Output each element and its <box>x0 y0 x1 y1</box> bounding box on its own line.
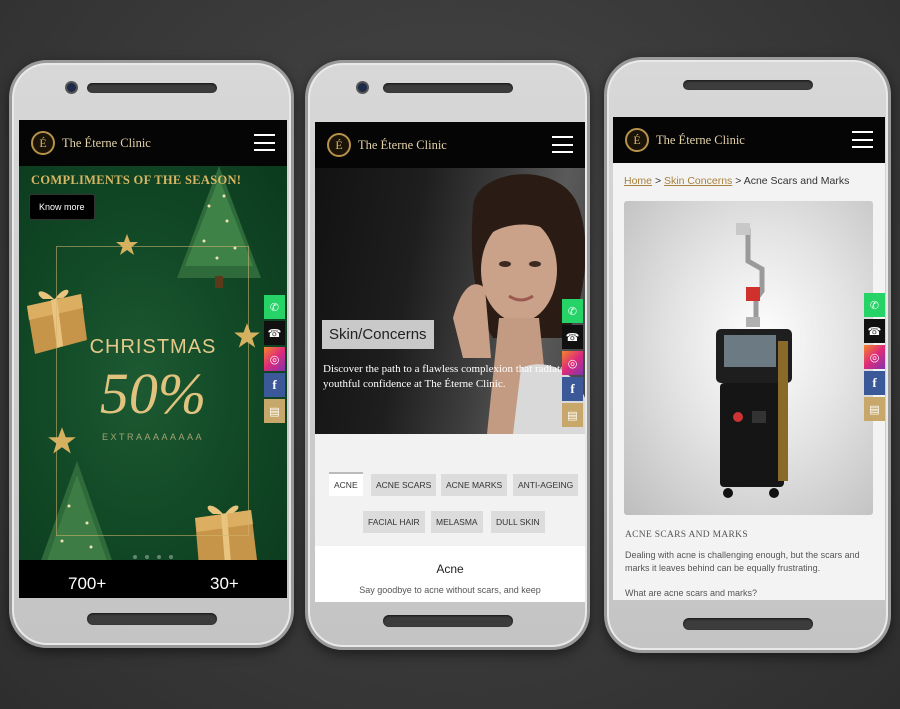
hamburger-menu-icon[interactable] <box>254 134 275 151</box>
christmas-banner[interactable]: COMPLIMENTS OF THE SEASON! Know more CHR… <box>19 166 287 560</box>
phone-frame-3: É The Éterne Clinic Home > Skin Concerns… <box>604 57 891 653</box>
brand-name[interactable]: The Éterne Clinic <box>656 133 745 148</box>
hero-title: Skin/Concerns <box>322 320 434 349</box>
skin-concerns-hero: Skin/Concerns Discover the path to a fla… <box>315 168 585 434</box>
site-header: É The Éterne Clinic <box>315 122 585 168</box>
logo-icon[interactable]: É <box>31 131 55 155</box>
social-rail: ✆ ☎ ◎ f ▤ <box>864 293 885 423</box>
hero-description: Discover the path to a flawless complexi… <box>323 363 570 390</box>
facebook-icon[interactable]: f <box>264 373 285 397</box>
article-description: Dealing with acne is challenging enough,… <box>625 550 860 573</box>
phone-icon[interactable]: ☎ <box>562 325 583 349</box>
speaker-grille <box>86 83 217 93</box>
promo-subtitle: EXTRAAAAAAAA <box>101 432 205 442</box>
contact-card-icon[interactable]: ▤ <box>562 403 583 427</box>
instagram-icon[interactable]: ◎ <box>864 345 885 369</box>
breadcrumb-separator: > <box>654 175 662 187</box>
whatsapp-icon[interactable]: ✆ <box>864 293 885 317</box>
screen-1: É The Éterne Clinic COMPLIMENTS OF THE S… <box>19 120 287 598</box>
whatsapp-icon[interactable]: ✆ <box>264 295 285 319</box>
breadcrumb-separator: > <box>735 175 742 187</box>
logo-icon[interactable]: É <box>327 133 351 157</box>
phone-icon[interactable]: ☎ <box>864 319 885 343</box>
laser-machine-icon <box>716 223 792 498</box>
screen-2: É The Éterne Clinic Skin/Concerns Discov… <box>315 122 585 602</box>
carousel-dots[interactable] <box>19 546 287 560</box>
phone-frame-2: É The Éterne Clinic Skin/Concerns Discov… <box>305 60 590 650</box>
speaker-grille <box>382 83 513 93</box>
tab-melasma[interactable]: MELASMA <box>431 511 483 533</box>
phone-icon[interactable]: ☎ <box>264 321 285 345</box>
hamburger-menu-icon[interactable] <box>552 136 573 153</box>
brand-name[interactable]: The Éterne Clinic <box>358 138 447 153</box>
section-title: Acne <box>436 562 464 576</box>
facebook-icon[interactable]: f <box>864 371 885 395</box>
contact-card-icon[interactable]: ▤ <box>264 399 285 423</box>
section-description: Say goodbye to acne without scars, and k… <box>359 585 541 595</box>
tab-facial-hair[interactable]: FACIAL HAIR <box>363 511 425 533</box>
home-button[interactable] <box>86 613 217 625</box>
laser-device-image <box>624 201 873 515</box>
concern-tabs: ACNE ACNE SCARS ACNE MARKS ANTI-AGEING F… <box>315 434 585 546</box>
instagram-icon[interactable]: ◎ <box>264 347 285 371</box>
front-camera <box>358 83 367 92</box>
brand-name[interactable]: The Éterne Clinic <box>62 136 151 151</box>
article-subheading: What are acne scars and marks? <box>625 588 758 598</box>
instagram-icon[interactable]: ◎ <box>562 351 583 375</box>
stat-value: 30+ <box>210 574 239 593</box>
hamburger-menu-icon[interactable] <box>852 131 873 148</box>
tab-acne[interactable]: ACNE <box>329 472 363 496</box>
breadcrumb-parent-link[interactable]: Skin Concerns <box>664 175 732 187</box>
tab-anti-ageing[interactable]: ANTI-AGEING <box>513 474 579 496</box>
breadcrumb-home-link[interactable]: Home <box>624 175 652 187</box>
breadcrumb-current: Acne Scars and Marks <box>743 175 850 187</box>
tab-acne-marks[interactable]: ACNE MARKS <box>441 474 508 496</box>
social-rail: ✆ ☎ ◎ f ▤ <box>264 295 285 425</box>
home-button[interactable] <box>382 615 513 627</box>
home-button[interactable] <box>682 618 813 630</box>
site-header: É The Éterne Clinic <box>19 120 287 166</box>
screen-3: É The Éterne Clinic Home > Skin Concerns… <box>613 117 885 600</box>
stats-strip: 700+ 30+ <box>19 560 287 598</box>
whatsapp-icon[interactable]: ✆ <box>562 299 583 323</box>
article-title: ACNE SCARS AND MARKS <box>625 530 748 540</box>
speaker-grille <box>682 80 813 90</box>
facebook-icon[interactable]: f <box>562 377 583 401</box>
contact-card-icon[interactable]: ▤ <box>864 397 885 421</box>
tab-dull-skin[interactable]: DULL SKIN <box>491 511 545 533</box>
know-more-button[interactable]: Know more <box>29 194 95 220</box>
breadcrumb: Home > Skin Concerns > Acne Scars and Ma… <box>624 175 849 187</box>
stat-value: 700+ <box>68 574 107 593</box>
logo-icon[interactable]: É <box>625 128 649 152</box>
banner-heading: COMPLIMENTS OF THE SEASON! <box>31 173 242 187</box>
phone-frame-1: É The Éterne Clinic COMPLIMENTS OF THE S… <box>9 60 294 648</box>
tab-acne-scars[interactable]: ACNE SCARS <box>371 474 437 496</box>
front-camera <box>67 83 76 92</box>
promo-value: 50% <box>99 361 207 426</box>
promo-title: CHRISTMAS <box>89 336 217 358</box>
social-rail: ✆ ☎ ◎ f ▤ <box>562 299 583 429</box>
site-header: É The Éterne Clinic <box>613 117 885 163</box>
